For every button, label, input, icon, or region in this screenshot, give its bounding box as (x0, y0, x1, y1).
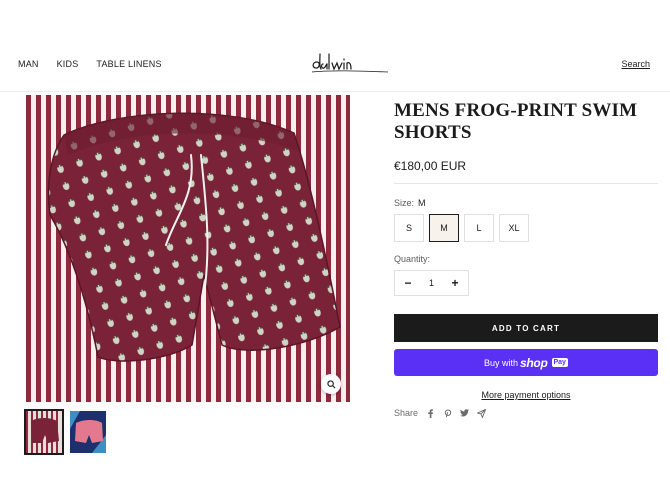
search-link[interactable]: Search (621, 59, 650, 69)
pay-badge: Pay (551, 358, 568, 367)
quantity-stepper: − 1 + (394, 270, 469, 296)
twitter-icon[interactable] (460, 409, 469, 418)
header-divider (0, 91, 670, 92)
selected-size-value: M (418, 198, 426, 208)
size-selector: S M L XL (394, 214, 529, 242)
more-payment-options-wrap: More payment options (394, 385, 658, 403)
share-bar: Share (394, 408, 487, 418)
share-label: Share (394, 408, 419, 418)
thumbnail-1[interactable] (24, 409, 64, 455)
size-option-s[interactable]: S (394, 214, 424, 242)
product-main-image[interactable] (26, 95, 350, 402)
size-label: Size: M (394, 198, 426, 208)
nav-item-man[interactable]: MAN (18, 59, 39, 69)
shop-logo-text: shop (520, 355, 548, 370)
quantity-minus-button[interactable]: − (403, 276, 413, 290)
main-nav: MAN KIDS TABLE LINENS (18, 59, 180, 69)
zoom-icon (326, 379, 335, 388)
shop-pay-button[interactable]: Buy with shop Pay (394, 349, 658, 376)
thumbnail-2[interactable] (70, 411, 106, 453)
email-icon[interactable] (477, 408, 487, 418)
product-price: €180,00 EUR (394, 159, 467, 173)
more-payment-options-link[interactable]: More payment options (481, 390, 570, 400)
product-info: MENS FROG-PRINT SWIM SHORTS €180,00 EUR (394, 100, 658, 173)
nav-item-kids[interactable]: KIDS (57, 59, 79, 69)
size-option-l[interactable]: L (464, 214, 494, 242)
quantity-plus-button[interactable]: + (450, 276, 460, 290)
logo[interactable] (310, 48, 390, 78)
facebook-icon[interactable] (426, 408, 435, 418)
nav-item-table-linens[interactable]: TABLE LINENS (96, 59, 161, 69)
zoom-button[interactable] (321, 374, 341, 394)
quantity-value[interactable]: 1 (429, 278, 434, 288)
add-to-cart-button[interactable]: ADD TO CART (394, 314, 658, 342)
buy-with-text: Buy with (484, 357, 519, 368)
info-divider (394, 183, 658, 184)
size-label-text: Size: (394, 198, 415, 208)
size-option-m[interactable]: M (429, 214, 459, 242)
thumbnail-list (24, 409, 106, 455)
product-title: MENS FROG-PRINT SWIM SHORTS (394, 100, 638, 143)
pinterest-icon[interactable] (443, 408, 452, 418)
size-option-xl[interactable]: XL (499, 214, 529, 242)
quantity-label: Quantity: (394, 254, 431, 264)
site-header: MAN KIDS TABLE LINENS Search (0, 0, 670, 92)
